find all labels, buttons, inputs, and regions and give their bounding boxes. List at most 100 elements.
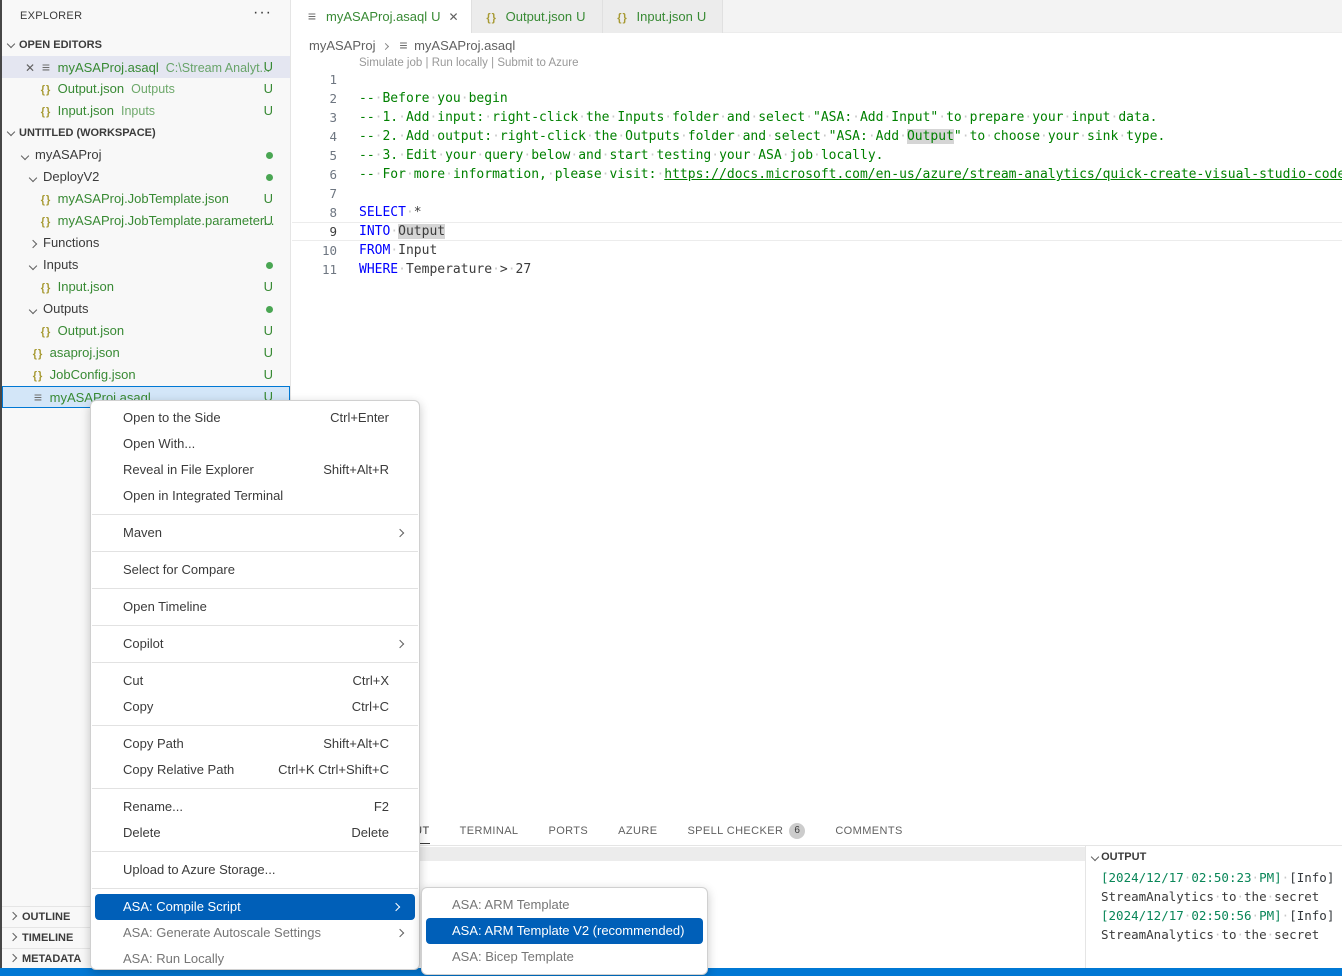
breadcrumb-item[interactable]: myASAProj [309, 38, 375, 53]
code-link[interactable]: https://docs.microsoft.com/en-us/azure/s… [664, 167, 1342, 182]
modified-dot-icon [266, 152, 273, 159]
code-line[interactable]: 10FROM·Input [292, 241, 1342, 260]
whitespace-dot: · [547, 167, 555, 182]
menu-item-delete[interactable]: DeleteDelete [91, 820, 419, 846]
git-status-badge: U [264, 320, 273, 342]
git-status-badge: U [264, 342, 273, 364]
panel-tab-terminal[interactable]: TERMINAL [460, 818, 519, 844]
submenu-item-asa-arm-template-v2-recommended[interactable]: ASA: ARM Template V2 (recommended) [426, 918, 703, 944]
whitespace-dot: · [445, 167, 453, 182]
code-line[interactable]: 7 [292, 184, 1342, 203]
whitespace-dot: · [429, 110, 437, 125]
editor-tab-myASAProj.asaql[interactable]: ≡ myASAProj.asaql U ✕ [292, 0, 472, 33]
tree-row[interactable]: Functions [2, 232, 290, 254]
tree-row[interactable]: DeployV2 [2, 166, 290, 188]
whitespace-dot: · [398, 262, 406, 277]
panel-tab-spell-checker[interactable]: SPELL CHECKER6 [687, 818, 805, 844]
code-line[interactable]: 6--·For·more·information,·please·visit:·… [292, 165, 1342, 184]
code-line[interactable]: 8SELECT·* [292, 203, 1342, 222]
tab-label: myASAProj.asaql [326, 9, 427, 24]
menu-item-open-in-integrated-terminal[interactable]: Open in Integrated Terminal [91, 483, 419, 509]
code-line[interactable]: 2--·Before·you·begin [292, 89, 1342, 108]
asaql-file-icon: ≡ [304, 0, 320, 33]
menu-item-cut[interactable]: CutCtrl+X [91, 668, 419, 694]
file-name: myASAProj.JobTemplate.json [54, 191, 229, 206]
menu-item-copy[interactable]: CopyCtrl+C [91, 694, 419, 720]
line-number: 8 [292, 203, 337, 222]
output-section-header[interactable]: OUTPUT [1092, 849, 1146, 865]
tree-row[interactable]: {} Input.jsonU [2, 276, 290, 298]
log-token: StreamAnalytics·to·the·secret [1101, 927, 1319, 942]
file-description: Outputs [131, 82, 175, 96]
close-icon[interactable]: ✕ [447, 10, 461, 24]
menu-item-open-timeline[interactable]: Open Timeline [91, 594, 419, 620]
whitespace-dot: · [680, 129, 688, 144]
whitespace-dot: · [711, 148, 719, 163]
close-icon[interactable]: ✕ [22, 57, 38, 79]
open-editor-item[interactable]: {} Output.jsonOutputsU [2, 78, 290, 100]
modified-dot-icon [266, 262, 273, 269]
whitespace-dot: · [375, 110, 383, 125]
menu-item-upload-to-azure-storage[interactable]: Upload to Azure Storage... [91, 857, 419, 883]
codelens-action[interactable]: Run locally [432, 57, 488, 69]
code-line[interactable]: 5--·3.·Edit·your·query·below·and·start·t… [292, 146, 1342, 165]
line-content: --·2.·Add·output:·right-click·the·Output… [359, 127, 1165, 146]
submenu-item-asa-bicep-template[interactable]: ASA: Bicep Template [422, 944, 707, 970]
code-line[interactable]: 4--·2.·Add·output:·right-click·the·Outpu… [292, 127, 1342, 146]
folder-name: myASAProj [35, 147, 101, 162]
open-editors-section-header[interactable]: OPEN EDITORS [2, 34, 290, 56]
menu-item-asa-run-locally[interactable]: ASA: Run Locally [91, 946, 419, 970]
tree-row[interactable]: {} myASAProj.JobTemplate.parameter...U [2, 210, 290, 232]
menu-item-select-for-compare[interactable]: Select for Compare [91, 557, 419, 583]
more-actions-icon[interactable]: ··· [253, 4, 272, 22]
menu-item-asa-compile-script[interactable]: ASA: Compile Script [95, 894, 415, 920]
panel-tab-comments[interactable]: COMMENTS [835, 818, 902, 844]
whitespace-dot: · [1118, 129, 1126, 144]
codelens-action[interactable]: Simulate job [359, 57, 422, 69]
whitespace-dot: · [1214, 927, 1222, 942]
menu-item-label: Copilot [123, 636, 163, 651]
breadcrumb-item[interactable]: myASAProj.asaql [410, 38, 515, 53]
open-editor-item[interactable]: {} Input.jsonInputsU [2, 100, 290, 122]
whitespace-dot: · [868, 129, 876, 144]
menu-item-label: Delete [123, 825, 161, 840]
file-description: C:\Stream Analyt... [166, 61, 270, 75]
whitespace-dot: · [750, 110, 758, 125]
menu-item-asa-generate-autoscale-settings[interactable]: ASA: Generate Autoscale Settings [91, 920, 419, 946]
whitespace-dot: · [375, 91, 383, 106]
menu-item-rename[interactable]: Rename...F2 [91, 794, 419, 820]
whitespace-dot: · [813, 148, 821, 163]
submenu-item-asa-arm-template[interactable]: ASA: ARM Template [422, 892, 707, 918]
workspace-section-header[interactable]: UNTITLED (WORKSPACE) [2, 122, 290, 144]
menu-item-copy-path[interactable]: Copy PathShift+Alt+C [91, 731, 419, 757]
code-line[interactable]: 9INTO·Output [292, 222, 1342, 241]
code-line[interactable]: 3--·1.·Add·input:·right-click·the·Inputs… [292, 108, 1342, 127]
editor-tab-Input.json[interactable]: {}Input.jsonU [603, 0, 724, 33]
code-editor[interactable]: 12--·Before·you·begin3--·1.·Add·input:·r… [292, 70, 1342, 279]
panel-tab-azure[interactable]: AZURE [618, 818, 657, 844]
tree-row[interactable]: {} asaproj.jsonU [2, 342, 290, 364]
menu-item-open-to-the-side[interactable]: Open to the SideCtrl+Enter [91, 405, 419, 431]
tree-row[interactable]: Outputs [2, 298, 290, 320]
tree-row[interactable]: myASAProj [2, 144, 290, 166]
menu-item-copy-relative-path[interactable]: Copy Relative PathCtrl+K Ctrl+Shift+C [91, 757, 419, 783]
tree-row[interactable]: {} Output.jsonU [2, 320, 290, 342]
tree-row[interactable]: {} myASAProj.JobTemplate.jsonU [2, 188, 290, 210]
editor-tab-Output.json[interactable]: {}Output.jsonU [472, 0, 603, 33]
codelens-action[interactable]: Submit to Azure [497, 57, 578, 69]
open-editors-title: OPEN EDITORS [19, 39, 102, 51]
git-status-badge: U [431, 9, 440, 24]
open-editor-item[interactable]: ✕≡ myASAProj.asaqlC:\Stream Analyt...U [2, 56, 290, 78]
breadcrumb[interactable]: myASAProj≡ myASAProj.asaql [309, 34, 515, 56]
menu-item-reveal-in-file-explorer[interactable]: Reveal in File ExplorerShift+Alt+R [91, 457, 419, 483]
panel-tab-ports[interactable]: PORTS [548, 818, 588, 844]
line-number: 3 [292, 108, 337, 127]
menu-item-maven[interactable]: Maven [91, 520, 419, 546]
code-line[interactable]: 11WHERE·Temperature·>·27 [292, 260, 1342, 279]
tree-row[interactable]: {} JobConfig.jsonU [2, 364, 290, 386]
code-line[interactable]: 1 [292, 70, 1342, 89]
menu-item-copilot[interactable]: Copilot [91, 631, 419, 657]
whitespace-dot: · [492, 129, 500, 144]
tree-row[interactable]: Inputs [2, 254, 290, 276]
menu-item-open-with[interactable]: Open With... [91, 431, 419, 457]
